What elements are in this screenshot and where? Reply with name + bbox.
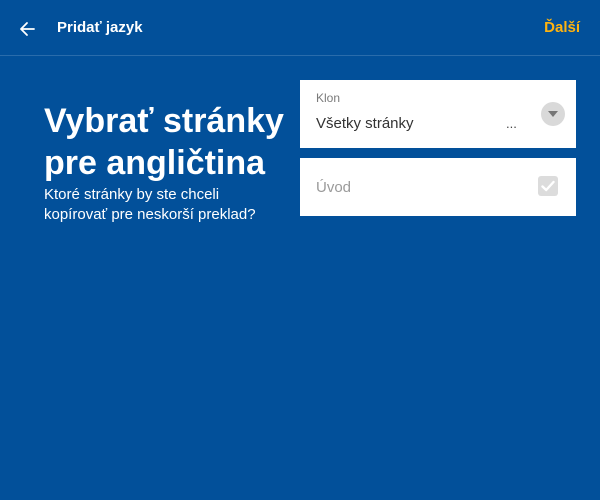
clone-select[interactable]: Klon Všetky stránky ...	[300, 80, 576, 148]
add-language-screen: Pridať jazyk Ďalší Vybrať stránky pre an…	[0, 0, 600, 500]
section-heading: Vybrať stránky pre angličtina	[44, 100, 289, 184]
clone-select-label: Klon	[316, 91, 341, 105]
page-item-uvod[interactable]: Úvod	[300, 158, 576, 216]
heading-line-1: Vybrať stránky	[44, 102, 284, 140]
heading-line-2: pre angličtina	[44, 144, 266, 182]
clone-select-value: Všetky stránky	[316, 115, 414, 132]
clone-select-ellipsis: ...	[506, 116, 517, 131]
top-bar: Pridať jazyk Ďalší	[0, 0, 600, 56]
subtitle-line-2: kopírovať pre neskorší preklad?	[44, 206, 256, 223]
arrow-left-icon	[20, 22, 35, 36]
next-button[interactable]: Ďalší	[544, 19, 580, 36]
subtitle-line-1: Ktoré stránky by ste chceli	[44, 186, 220, 203]
check-icon	[541, 180, 555, 192]
clone-dropdown-button[interactable]	[541, 102, 565, 126]
page-checkbox[interactable]	[538, 176, 558, 196]
page-item-label: Úvod	[316, 179, 352, 196]
chevron-down-icon	[548, 111, 558, 117]
page-title: Pridať jazyk	[57, 19, 143, 36]
section-subtitle: Ktoré stránky by ste chceli kopírovať pr…	[44, 185, 289, 225]
back-button[interactable]	[14, 16, 40, 42]
